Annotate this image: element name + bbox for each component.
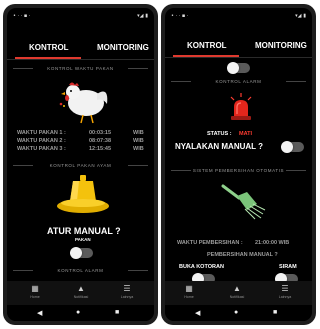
tab-divider [7, 59, 154, 60]
feeder-icon [57, 175, 109, 213]
menu-icon: ☰ [123, 284, 131, 293]
bottom-nav: ▦ Home ▲ Notifikasi ☰ Lainnya [165, 281, 312, 305]
alarm-manual-toggle[interactable] [281, 141, 304, 153]
nav-notifikasi-label: Notifikasi [229, 295, 245, 299]
tab-bar: KONTROL MONITORING [165, 32, 312, 58]
menu-icon: ☰ [281, 284, 289, 293]
atur-manual-title: ATUR MANUAL ? [47, 226, 121, 236]
status-bar: • · · ▪ · ▾◢ ▮ [7, 8, 154, 22]
siram-label: SIRAM [279, 264, 297, 270]
phone-right: • · · ▪ · ▾◢ ▮ KONTROL MONITORING KONTRO… [161, 4, 316, 325]
section-title-pakan: KONTROL WAKTU PAKAN [13, 66, 148, 71]
feed-label-2: WAKTU PAKAN 2 : [17, 138, 66, 144]
bell-icon: ▲ [77, 284, 85, 293]
nav-home-label: Home [184, 295, 194, 299]
screen-left: • · · ▪ · ▾◢ ▮ KONTROL MONITORING KONTRO… [7, 8, 154, 321]
tab-kontrol[interactable]: KONTROL [29, 43, 69, 52]
back-icon[interactable]: ◀ [37, 309, 42, 317]
tab-monitoring[interactable]: MONITORING [97, 43, 149, 52]
section-title-pembersihan: SISTEM PEMBERSIHAN OTOMATIS [171, 168, 306, 173]
status-icons-left: • · · ▪ · [171, 13, 189, 19]
back-icon[interactable]: ◀ [195, 309, 200, 317]
nav-lainnya-label: Lainnya [278, 295, 292, 299]
section-title-alarm: KONTROL ALARM [171, 79, 306, 84]
nav-lainnya[interactable]: ☰ Lainnya [265, 284, 305, 299]
pakan-toggle[interactable] [70, 247, 93, 259]
recents-icon[interactable]: ■ [273, 309, 277, 316]
feed-time-1: 00:03:15 [89, 130, 112, 136]
feed-unit-2: WIB [133, 138, 144, 144]
nav-notifikasi[interactable]: ▲ Notifikasi [61, 284, 101, 299]
tab-kontrol[interactable]: KONTROL [187, 41, 227, 50]
recents-icon[interactable]: ■ [115, 309, 119, 316]
top-toggle[interactable] [227, 62, 250, 74]
section-title-pakan-ayam: KONTROL PAKAN AYAM [13, 163, 148, 168]
nav-home-label: Home [30, 295, 40, 299]
pakan-label: PAKAN [75, 237, 91, 242]
tab-monitoring[interactable]: MONITORING [255, 41, 307, 50]
bottom-nav: ▦ Home ▲ Notifikasi ☰ Lainnya [7, 281, 154, 305]
status-bar: • · · ▪ · ▾◢ ▮ [165, 8, 312, 22]
feed-unit-1: WIB [133, 130, 144, 136]
buka-kotoran-label: BUKA KOTORAN [179, 264, 224, 270]
nyalakan-manual-title: NYALAKAN MANUAL ? [175, 142, 263, 151]
status-icons-right: ▾◢ ▮ [295, 13, 306, 19]
pembersihan-manual-label: PEMBERSIHAN MANUAL ? [207, 252, 278, 258]
status-label: STATUS : [207, 131, 232, 137]
home-icon[interactable]: ● [234, 309, 238, 316]
screen-right: • · · ▪ · ▾◢ ▮ KONTROL MONITORING KONTRO… [165, 8, 312, 321]
nav-lainnya[interactable]: ☰ Lainnya [107, 284, 147, 299]
feed-label-1: WAKTU PAKAN 1 : [17, 130, 66, 136]
nav-notifikasi[interactable]: ▲ Notifikasi [217, 284, 257, 299]
cleaning-brush-icon [221, 184, 266, 220]
alarm-siren-icon [230, 93, 252, 120]
home-icon[interactable]: ● [76, 309, 80, 316]
nav-home[interactable]: ▦ Home [15, 284, 55, 299]
nav-lainnya-label: Lainnya [120, 295, 134, 299]
status-icons-right: ▾◢ ▮ [137, 13, 148, 19]
nav-notifikasi-label: Notifikasi [73, 295, 89, 299]
feed-unit-3: WIB [133, 146, 144, 152]
system-nav-bar: ◀ ● ■ [165, 305, 312, 321]
home-grid-icon: ▦ [185, 284, 193, 293]
bell-icon: ▲ [233, 284, 241, 293]
tab-divider [165, 57, 312, 58]
status-value: MATI [239, 131, 253, 137]
chicken-icon [59, 82, 108, 124]
status-icons-left: • · · ▪ · [13, 13, 31, 19]
phone-left: • · · ▪ · ▾◢ ▮ KONTROL MONITORING KONTRO… [3, 4, 158, 325]
waktu-pembersihan-value: 21:00:00 WIB [255, 240, 290, 246]
nav-home[interactable]: ▦ Home [169, 284, 209, 299]
feed-time-2: 08:07:38 [89, 138, 112, 144]
toggle-knob [227, 62, 239, 74]
toggle-knob [70, 247, 82, 259]
feed-time-3: 12:15:45 [89, 146, 112, 152]
waktu-pembersihan-label: WAKTU PEMBERSIHAN : [177, 240, 243, 246]
section-title-bottom: KONTROL ALARM [13, 268, 148, 273]
system-nav-bar: ◀ ● ■ [7, 305, 154, 321]
toggle-knob [281, 141, 293, 153]
home-grid-icon: ▦ [31, 284, 39, 293]
feed-label-3: WAKTU PAKAN 3 : [17, 146, 66, 152]
tab-bar: KONTROL MONITORING [7, 34, 154, 60]
